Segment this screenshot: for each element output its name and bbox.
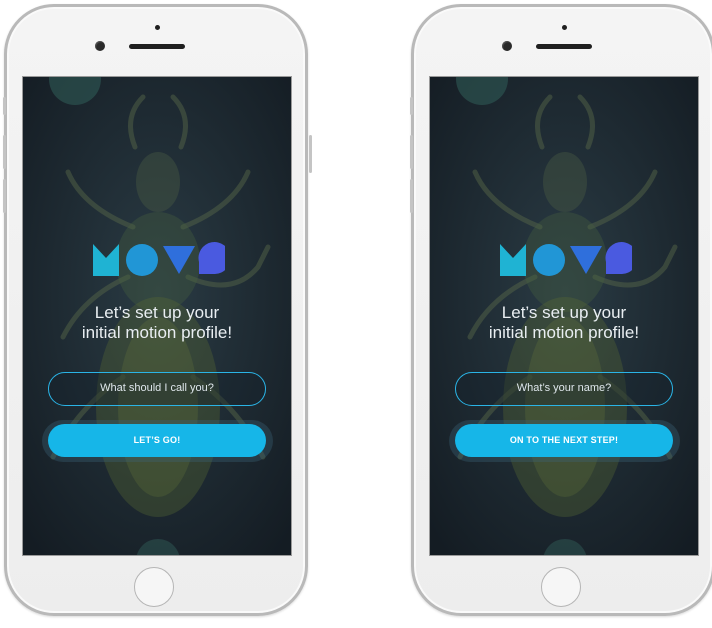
proximity-sensor <box>155 25 160 30</box>
headline-line-1: Let’s set up your <box>501 303 627 322</box>
front-camera-icon <box>502 41 512 51</box>
name-input[interactable]: What should I call you? <box>48 372 266 406</box>
home-button[interactable] <box>134 567 174 607</box>
front-camera-icon <box>95 41 105 51</box>
move-logo <box>93 242 225 276</box>
earpiece-speaker <box>536 44 592 49</box>
proximity-sensor <box>562 25 567 30</box>
next-step-button[interactable]: ON TO THE NEXT STEP! <box>455 424 673 457</box>
button-glow: ON TO THE NEXT STEP! <box>449 420 680 462</box>
power-button <box>309 135 312 173</box>
phone-mockup-right: Let’s set up your initial motion profile… <box>410 4 712 616</box>
headline-line-2: initial motion profile! <box>488 323 640 342</box>
move-logo <box>500 242 632 276</box>
phone-mockup-left: Let’s set up your initial motion profile… <box>3 4 312 616</box>
earpiece-speaker <box>129 44 185 49</box>
home-button[interactable] <box>541 567 581 607</box>
app-screen: Let’s set up your initial motion profile… <box>22 76 292 556</box>
button-glow: LET’S GO! <box>42 420 273 462</box>
name-input[interactable]: What’s your name? <box>455 372 673 406</box>
volume-up-button <box>410 135 413 169</box>
lets-go-button[interactable]: LET’S GO! <box>48 424 266 457</box>
headline-line-2: initial motion profile! <box>81 323 233 342</box>
mockup-stage: Let’s set up your initial motion profile… <box>0 0 712 628</box>
mute-switch <box>410 97 413 115</box>
volume-down-button <box>410 179 413 213</box>
mute-switch <box>3 97 6 115</box>
volume-up-button <box>3 135 6 169</box>
headline-line-1: Let’s set up your <box>94 303 220 322</box>
volume-down-button <box>3 179 6 213</box>
app-screen: Let’s set up your initial motion profile… <box>429 76 699 556</box>
